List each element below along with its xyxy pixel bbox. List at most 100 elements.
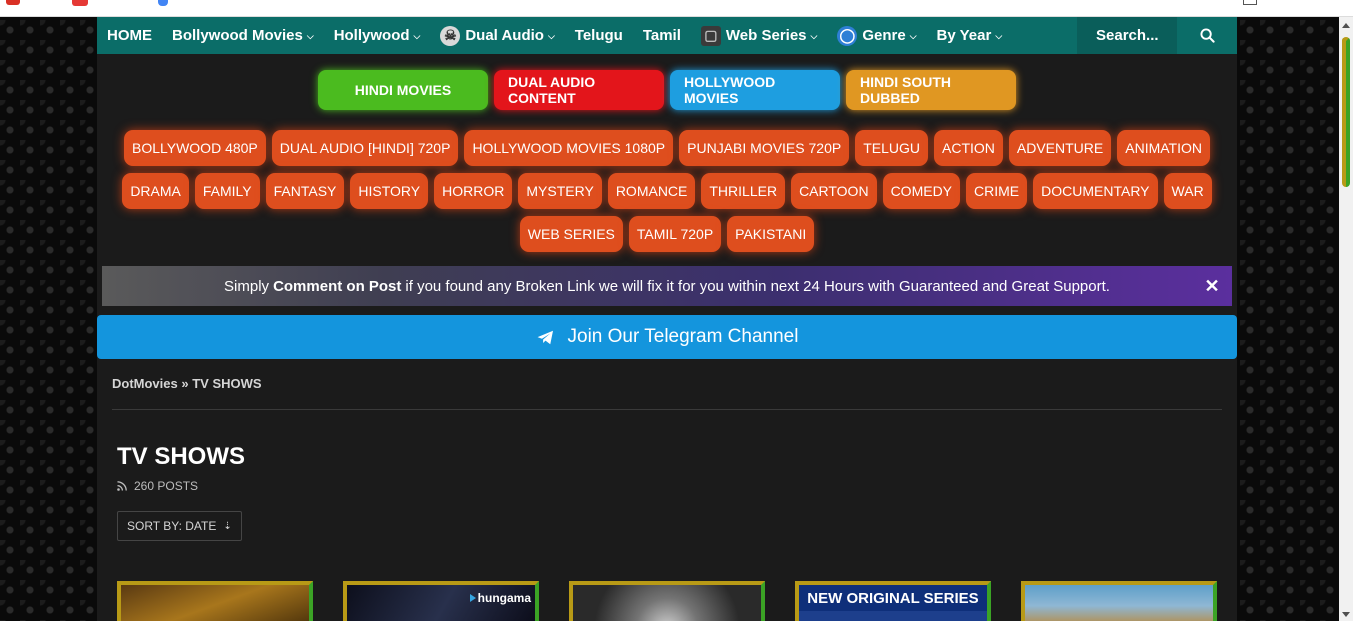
notice-bold: Comment on Post: [273, 277, 402, 295]
breadcrumb-current: TV SHOWS: [192, 376, 262, 391]
search-input[interactable]: [1077, 17, 1177, 54]
tag-action[interactable]: ACTION: [934, 130, 1003, 166]
featured-categories: HINDI MOVIES DUAL AUDIO CONTENT HOLLYWOO…: [97, 70, 1237, 110]
tag-war[interactable]: WAR: [1163, 173, 1212, 209]
tag-family[interactable]: FAMILY: [194, 173, 260, 209]
scroll-down-icon[interactable]: [1342, 612, 1350, 617]
nav-tamil[interactable]: Tamil: [633, 17, 691, 54]
breadcrumb-home-link[interactable]: DotMovies: [112, 376, 178, 391]
tag-tamil-720p[interactable]: TAMIL 720P: [628, 216, 722, 252]
post-thumbnail[interactable]: hungama: [343, 581, 539, 621]
skull-icon: ☠: [440, 25, 461, 46]
nav-web-series[interactable]: ▢ Web Series ⌵: [691, 17, 827, 54]
close-icon[interactable]: ✕: [1202, 276, 1222, 296]
nav-dual-audio-label: Dual Audio: [465, 27, 544, 44]
tag-pakistani[interactable]: PAKISTANI: [727, 216, 815, 252]
chevron-down-icon: ⌵: [909, 31, 917, 41]
post-thumbnail[interactable]: NEW ORIGINAL SERIES: [795, 581, 991, 621]
nav-web-series-label: Web Series: [725, 27, 807, 44]
posts-count: 260 POSTS: [117, 479, 198, 493]
tag-crime[interactable]: CRIME: [966, 173, 1028, 209]
page-container: HOME Bollywood Movies ⌵ Hollywood ⌵ ☠ Dual …: [97, 17, 1237, 621]
nav-hollywood-label: Hollywood: [333, 27, 410, 44]
globe-icon: ◯: [837, 25, 858, 46]
nav-dual-audio[interactable]: ☠ Dual Audio ⌵: [430, 17, 564, 54]
tag-hollywood-1080p[interactable]: HOLLYWOOD MOVIES 1080P: [464, 130, 674, 166]
tag-horror[interactable]: HORROR: [434, 173, 513, 209]
tag-drama[interactable]: DRAMA: [122, 173, 189, 209]
tag-comedy[interactable]: COMEDY: [882, 173, 961, 209]
tag-cartoon[interactable]: CARTOON: [791, 173, 877, 209]
nav-tamil-label: Tamil: [642, 27, 681, 44]
chevron-down-icon: ⌵: [995, 31, 1003, 41]
category-hindi-south-dubbed[interactable]: HINDI SOUTH DUBBED: [846, 70, 1016, 110]
nav-genre[interactable]: ◯ Genre ⌵: [827, 17, 926, 54]
breadcrumb-separator: »: [181, 376, 189, 391]
nav-genre-label: Genre: [862, 27, 906, 44]
telegram-join-button[interactable]: Join Our Telegram Channel: [97, 315, 1237, 359]
telegram-label: Join Our Telegram Channel: [567, 326, 799, 347]
double-chevron-down-icon: ⇣: [223, 520, 232, 532]
posts-count-label: 260 POSTS: [134, 479, 199, 493]
tag-fantasy[interactable]: FANTASY: [265, 173, 345, 209]
nav-telugu-label: Telugu: [574, 27, 623, 44]
tag-history[interactable]: HISTORY: [350, 173, 429, 209]
play-triangle-icon: [469, 594, 476, 602]
post-thumbnail[interactable]: [1021, 581, 1217, 621]
nav-telugu[interactable]: Telugu: [565, 17, 633, 54]
rss-icon: [117, 481, 127, 491]
category-hollywood-movies[interactable]: HOLLYWOOD MOVIES: [670, 70, 840, 110]
page-title: TV SHOWS: [117, 443, 246, 470]
youtube-icon[interactable]: [72, 0, 88, 6]
scroll-up-icon[interactable]: [1342, 23, 1350, 28]
category-hindi-movies[interactable]: HINDI MOVIES: [318, 70, 488, 110]
thumbnail-banner: NEW ORIGINAL SERIES: [799, 585, 987, 611]
nav-bollywood-movies[interactable]: Bollywood Movies ⌵: [162, 17, 324, 54]
gmail-icon[interactable]: [6, 0, 20, 5]
tag-punjabi-720p[interactable]: PUNJABI MOVIES 720P: [679, 130, 850, 166]
thumbnail-brand: hungama: [469, 591, 531, 605]
translate-icon[interactable]: [158, 0, 168, 6]
chevron-down-icon: ⌵: [810, 31, 818, 41]
sort-label: SORT BY:: [127, 519, 182, 533]
tag-adventure[interactable]: ADVENTURE: [1008, 130, 1112, 166]
tag-thriller[interactable]: THRILLER: [701, 173, 786, 209]
tag-romance[interactable]: ROMANCE: [607, 173, 696, 209]
tag-web-series[interactable]: WEB SERIES: [519, 216, 623, 252]
search-icon: [1199, 28, 1215, 43]
notice-text: if you found any Broken Link we will fix…: [405, 277, 1110, 295]
scrollbar-thumb[interactable]: [1342, 37, 1350, 187]
nav-home[interactable]: HOME: [97, 17, 162, 54]
thumbnail-brand-text: hungama: [477, 591, 531, 605]
window-icon[interactable]: [1243, 0, 1257, 5]
nav-by-year[interactable]: By Year ⌵: [927, 17, 1013, 54]
nav-hollywood[interactable]: Hollywood ⌵: [324, 17, 431, 54]
broken-link-notice: Simply Comment on Post if you found any …: [102, 266, 1232, 306]
page-scrollbar[interactable]: [1339, 17, 1353, 621]
tag-documentary[interactable]: DOCUMENTARY: [1033, 173, 1158, 209]
chevron-down-icon: ⌵: [547, 31, 555, 41]
search-box: [1077, 17, 1237, 54]
tag-telugu[interactable]: TELUGU: [855, 130, 928, 166]
sort-value: DATE: [185, 519, 217, 533]
tag-bollywood-480p[interactable]: BOLLYWOOD 480P: [123, 130, 266, 166]
tag-cloud: BOLLYWOOD 480P DUAL AUDIO [HINDI] 720P H…: [97, 130, 1237, 252]
browser-tab-strip: [0, 0, 1353, 17]
post-thumbnail[interactable]: [569, 581, 765, 621]
category-dual-audio-content[interactable]: DUAL AUDIO CONTENT: [494, 70, 664, 110]
main-navbar: HOME Bollywood Movies ⌵ Hollywood ⌵ ☠ Dual …: [97, 17, 1237, 54]
divider: [112, 409, 1222, 410]
notice-prefix: Simply: [224, 277, 270, 295]
tv-icon: ▢: [700, 25, 721, 46]
chevron-down-icon: ⌵: [306, 31, 314, 41]
nav-by-year-label: By Year: [936, 27, 992, 44]
nav-home-label: HOME: [107, 27, 152, 44]
sort-dropdown[interactable]: SORT BY: DATE ⇣: [117, 511, 242, 541]
nav-bollywood-label: Bollywood Movies: [172, 27, 303, 44]
post-thumbnail[interactable]: [117, 581, 313, 621]
tag-animation[interactable]: ANIMATION: [1117, 130, 1210, 166]
tag-mystery[interactable]: MYSTERY: [518, 173, 602, 209]
chevron-down-icon: ⌵: [413, 31, 421, 41]
tag-dual-audio-720p[interactable]: DUAL AUDIO [HINDI] 720P: [271, 130, 459, 166]
search-button[interactable]: [1177, 17, 1237, 54]
